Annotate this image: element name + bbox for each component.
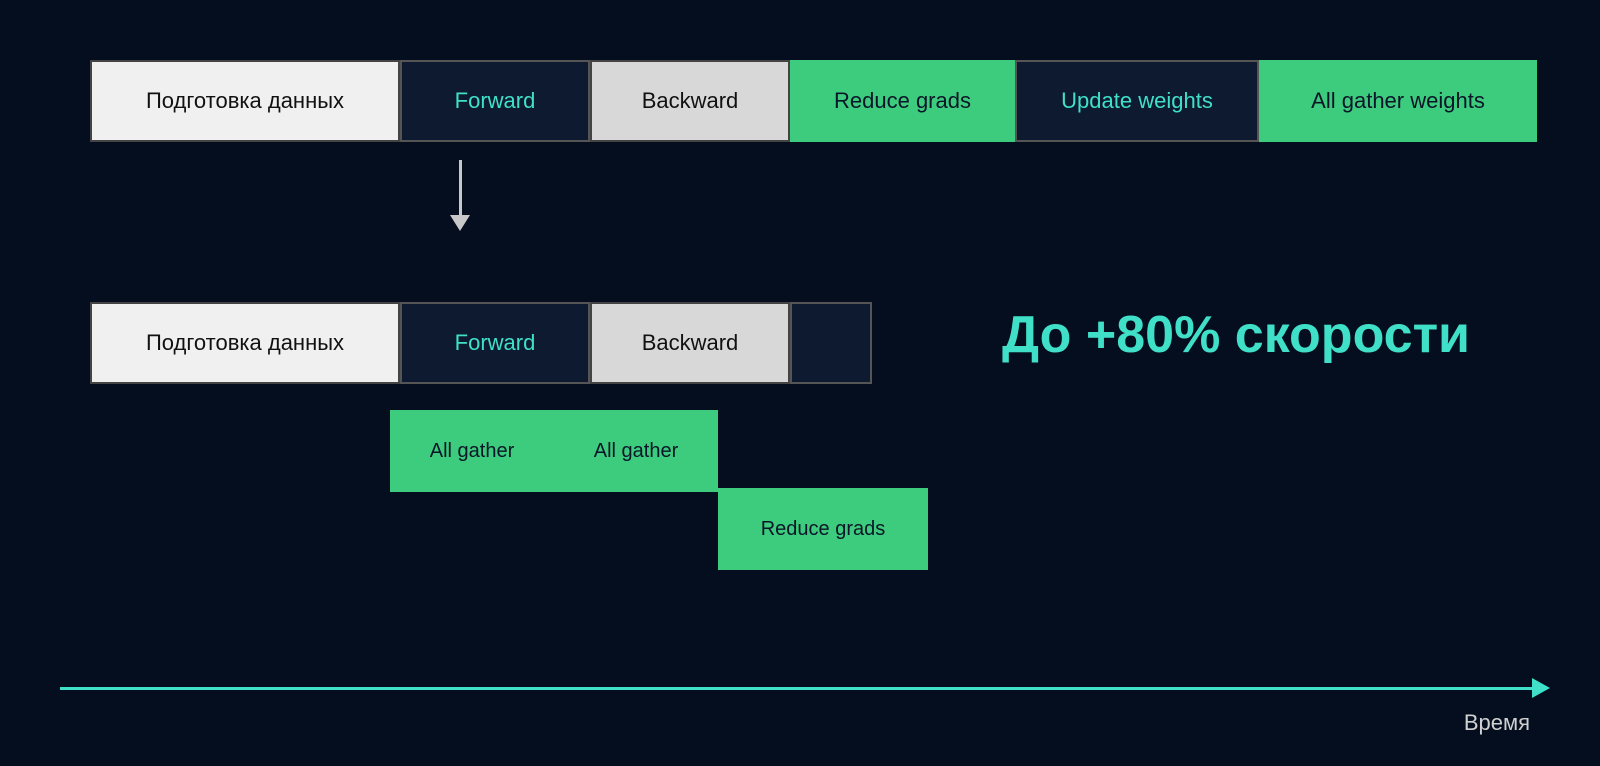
timeline: [60, 678, 1550, 698]
speed-value: До +80% скорости: [1002, 306, 1470, 364]
main-container: Подготовка данных Forward Backward Reduc…: [0, 0, 1600, 766]
bottom-pipeline-row: Подготовка данных Forward Backward: [90, 302, 872, 384]
forward2-label: Forward: [455, 330, 536, 356]
timeline-line: [60, 687, 1532, 690]
reduce-block: Reduce grads: [718, 488, 928, 570]
block-small-dark: [790, 302, 872, 384]
block-reduce: Reduce grads: [790, 60, 1015, 142]
update-label: Update weights: [1061, 88, 1213, 114]
timeline-arrow: [1532, 678, 1550, 698]
backward-label: Backward: [642, 88, 739, 114]
block-allgather-top: All gather weights: [1259, 60, 1537, 142]
arrow-head: [450, 215, 470, 231]
prep-label: Подготовка данных: [146, 88, 344, 114]
block-prep2: Подготовка данных: [90, 302, 400, 384]
forward-label: Forward: [455, 88, 536, 114]
block-backward: Backward: [590, 60, 790, 142]
time-label: Время: [1464, 710, 1530, 736]
block-update: Update weights: [1015, 60, 1259, 142]
block-forward2: Forward: [400, 302, 590, 384]
arrow-down: [450, 160, 470, 231]
arrow-shaft: [459, 160, 462, 215]
allgather-row: All gather All gather: [390, 410, 718, 492]
reduce-label: Reduce grads: [834, 88, 971, 114]
reduce-label2: Reduce grads: [761, 518, 886, 541]
backward2-label: Backward: [642, 330, 739, 356]
reduce-row: Reduce grads: [554, 490, 928, 570]
prep2-label: Подготовка данных: [146, 330, 344, 356]
allgather-top-label: All gather weights: [1311, 88, 1485, 114]
block-backward2: Backward: [590, 302, 790, 384]
allgather1-label: All gather: [430, 440, 515, 463]
top-pipeline-row: Подготовка данных Forward Backward Reduc…: [90, 60, 1537, 142]
block-forward: Forward: [400, 60, 590, 142]
allgather-block-1: All gather: [390, 410, 554, 492]
block-prep: Подготовка данных: [90, 60, 400, 142]
allgather2-label: All gather: [594, 440, 679, 463]
speed-text: До +80% скорости: [1002, 305, 1470, 365]
time-label-text: Время: [1464, 710, 1530, 735]
allgather-block-2: All gather: [554, 410, 718, 492]
